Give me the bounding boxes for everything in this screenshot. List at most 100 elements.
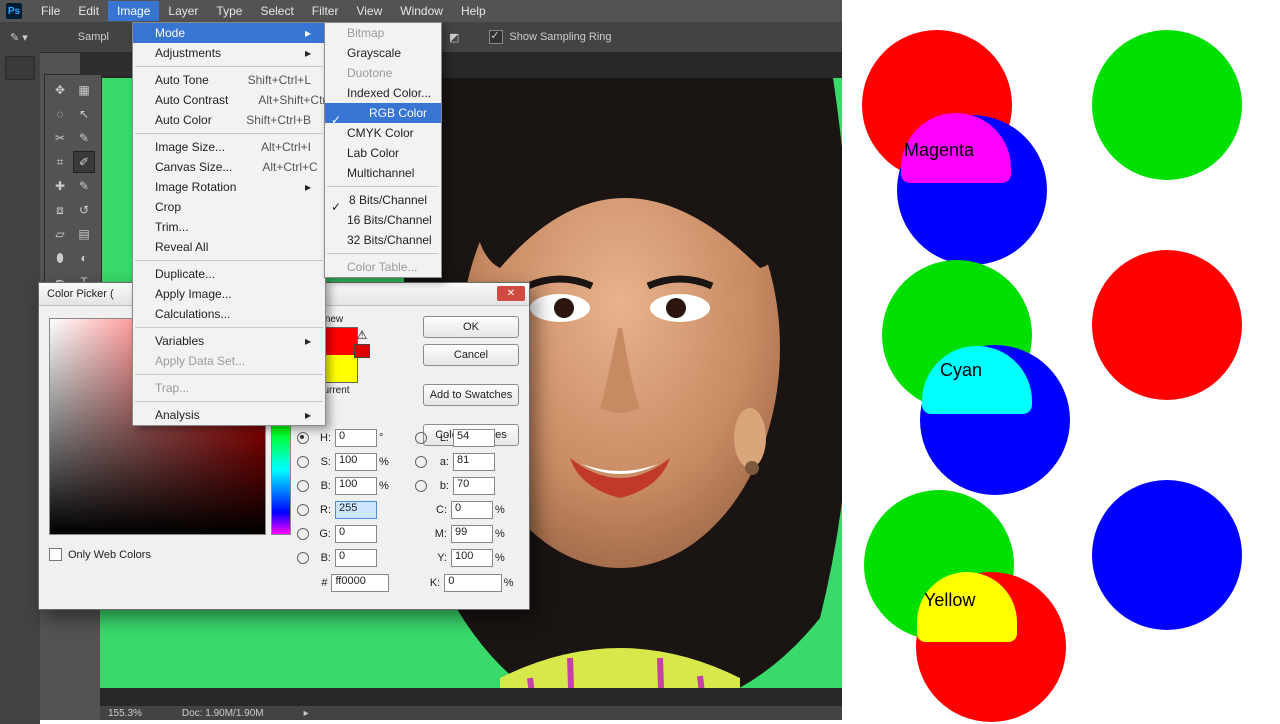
menu-filter[interactable]: Filter xyxy=(303,1,348,21)
blue-field[interactable]: 0 xyxy=(335,549,377,567)
menu-select[interactable]: Select xyxy=(251,1,302,21)
tool-preset-icon[interactable]: ✎ ▾ xyxy=(10,31,28,44)
heal-tool-icon[interactable]: ✚ xyxy=(49,175,71,197)
menu-item[interactable]: Analysis xyxy=(133,405,325,425)
magenta-label: Magenta xyxy=(904,140,974,161)
cyan-label: Cyan xyxy=(940,360,982,381)
close-icon[interactable]: ✕ xyxy=(497,286,525,301)
gamut-warning-icon[interactable]: ⚠ xyxy=(353,328,371,342)
lab-b-radio[interactable] xyxy=(415,480,427,492)
menu-layer[interactable]: Layer xyxy=(159,1,207,21)
y-field[interactable]: 100 xyxy=(451,549,493,567)
h-radio[interactable] xyxy=(297,432,309,444)
menu-window[interactable]: Window xyxy=(391,1,452,21)
doc-size[interactable]: Doc: 1.90M/1.90M xyxy=(182,708,264,719)
menu-item[interactable]: Crop xyxy=(133,197,325,217)
sampling-ring-checkbox[interactable] xyxy=(489,30,503,44)
menu-item[interactable]: Trim... xyxy=(133,217,325,237)
menu-edit[interactable]: Edit xyxy=(69,1,108,21)
b-radio[interactable] xyxy=(297,480,309,492)
menu-item[interactable]: Auto ColorShift+Ctrl+B xyxy=(133,110,325,130)
lasso-tool-icon[interactable]: ✂ xyxy=(49,127,71,149)
menu-item[interactable]: Lab Color xyxy=(325,143,441,163)
menu-item: Trap... xyxy=(133,378,325,398)
hex-field[interactable]: ff0000 xyxy=(331,574,388,592)
h-field[interactable]: 0 xyxy=(335,429,377,447)
dodge-tool-icon[interactable]: ◐ xyxy=(73,247,95,269)
menu-item[interactable]: 8 Bits/Channel xyxy=(325,190,441,210)
c-field[interactable]: 0 xyxy=(451,501,493,519)
menu-file[interactable]: File xyxy=(32,1,69,21)
menu-item[interactable]: Multichannel xyxy=(325,163,441,183)
rail-btn[interactable] xyxy=(5,56,35,80)
menu-item[interactable]: Apply Image... xyxy=(133,284,325,304)
menu-item[interactable]: Canvas Size...Alt+Ctrl+C xyxy=(133,157,325,177)
option-swatch2[interactable]: ◩ xyxy=(449,31,459,44)
brush-tool-icon[interactable]: ✎ xyxy=(73,175,95,197)
artboard-tool-icon[interactable]: ▦ xyxy=(73,79,95,101)
gradient-tool-icon[interactable]: ▤ xyxy=(73,223,95,245)
sampling-ring-label: Show Sampling Ring xyxy=(509,31,611,43)
menu-item[interactable]: Mode xyxy=(133,23,325,43)
r-radio[interactable] xyxy=(297,504,309,516)
l-field[interactable]: 54 xyxy=(453,429,495,447)
menu-item[interactable]: Duplicate... xyxy=(133,264,325,284)
a-radio[interactable] xyxy=(415,456,427,468)
crop-tool-icon[interactable]: ⌗ xyxy=(49,151,71,173)
menu-item[interactable]: Adjustments xyxy=(133,43,325,63)
menu-item[interactable]: Indexed Color... xyxy=(325,83,441,103)
g-field[interactable]: 0 xyxy=(335,525,377,543)
stamp-tool-icon[interactable]: ⧈ xyxy=(49,199,71,221)
menu-item[interactable]: Variables xyxy=(133,331,325,351)
menu-type[interactable]: Type xyxy=(207,1,251,21)
status-arrow-icon[interactable]: ▸ xyxy=(304,708,309,719)
ok-button[interactable]: OK xyxy=(423,316,519,338)
a-field[interactable]: 81 xyxy=(453,453,495,471)
gamut-swatch[interactable] xyxy=(354,344,370,358)
history-brush-icon[interactable]: ↺ xyxy=(73,199,95,221)
eraser-tool-icon[interactable]: ▱ xyxy=(49,223,71,245)
l-radio[interactable] xyxy=(415,432,427,444)
ref-solo-blue xyxy=(1092,480,1242,630)
menu-item[interactable]: Image Size...Alt+Ctrl+I xyxy=(133,137,325,157)
menu-item: Duotone xyxy=(325,63,441,83)
blur-tool-icon[interactable]: ⬮ xyxy=(49,247,71,269)
lab-b-field[interactable]: 70 xyxy=(453,477,495,495)
dialog-title: Color Picker ( xyxy=(47,288,114,300)
marquee-tool-icon[interactable]: ◌ xyxy=(49,103,71,125)
menu-item[interactable]: Auto ContrastAlt+Shift+Ctrl+L xyxy=(133,90,325,110)
add-swatches-button[interactable]: Add to Swatches xyxy=(423,384,519,406)
photoshop-app: Ps File Edit Image Layer Type Select Fil… xyxy=(0,0,842,720)
eyedropper-tool-icon[interactable]: ✐ xyxy=(73,151,95,173)
menu-item[interactable]: 32 Bits/Channel xyxy=(325,230,441,250)
s-field[interactable]: 100 xyxy=(335,453,377,471)
menu-item[interactable]: Reveal All xyxy=(133,237,325,257)
menu-item[interactable]: Calculations... xyxy=(133,304,325,324)
r-field[interactable]: 255 xyxy=(335,501,377,519)
menu-item[interactable]: Auto ToneShift+Ctrl+L xyxy=(133,70,325,90)
menu-item: Color Table... xyxy=(325,257,441,277)
bl-radio[interactable] xyxy=(297,552,309,564)
menu-item[interactable]: CMYK Color xyxy=(325,123,441,143)
g-radio[interactable] xyxy=(297,528,309,540)
menu-item[interactable]: Grayscale xyxy=(325,43,441,63)
s-radio[interactable] xyxy=(297,456,309,468)
selection-tool-icon[interactable]: ↖ xyxy=(73,103,95,125)
only-web-checkbox[interactable] xyxy=(49,548,62,561)
quickselect-tool-icon[interactable]: ✎ xyxy=(73,127,95,149)
move-tool-icon[interactable]: ✥ xyxy=(49,79,71,101)
zoom-level[interactable]: 155.3% xyxy=(108,708,142,719)
bval-field[interactable]: 100 xyxy=(335,477,377,495)
color-values: H: 0° L: 54 S: 100% a: 81 B: 100% xyxy=(297,426,517,592)
cancel-button[interactable]: Cancel xyxy=(423,344,519,366)
k-field[interactable]: 0 xyxy=(444,574,501,592)
menu-item[interactable]: RGB Color xyxy=(325,103,441,123)
menu-view[interactable]: View xyxy=(347,1,391,21)
color-reference-panel: Magenta Cyan Yellow xyxy=(842,0,1280,720)
menu-help[interactable]: Help xyxy=(452,1,495,21)
menu-item[interactable]: Image Rotation xyxy=(133,177,325,197)
menu-image[interactable]: Image xyxy=(108,1,159,21)
menu-item[interactable]: 16 Bits/Channel xyxy=(325,210,441,230)
m-field[interactable]: 99 xyxy=(451,525,493,543)
ref-solo-red xyxy=(1092,250,1242,400)
